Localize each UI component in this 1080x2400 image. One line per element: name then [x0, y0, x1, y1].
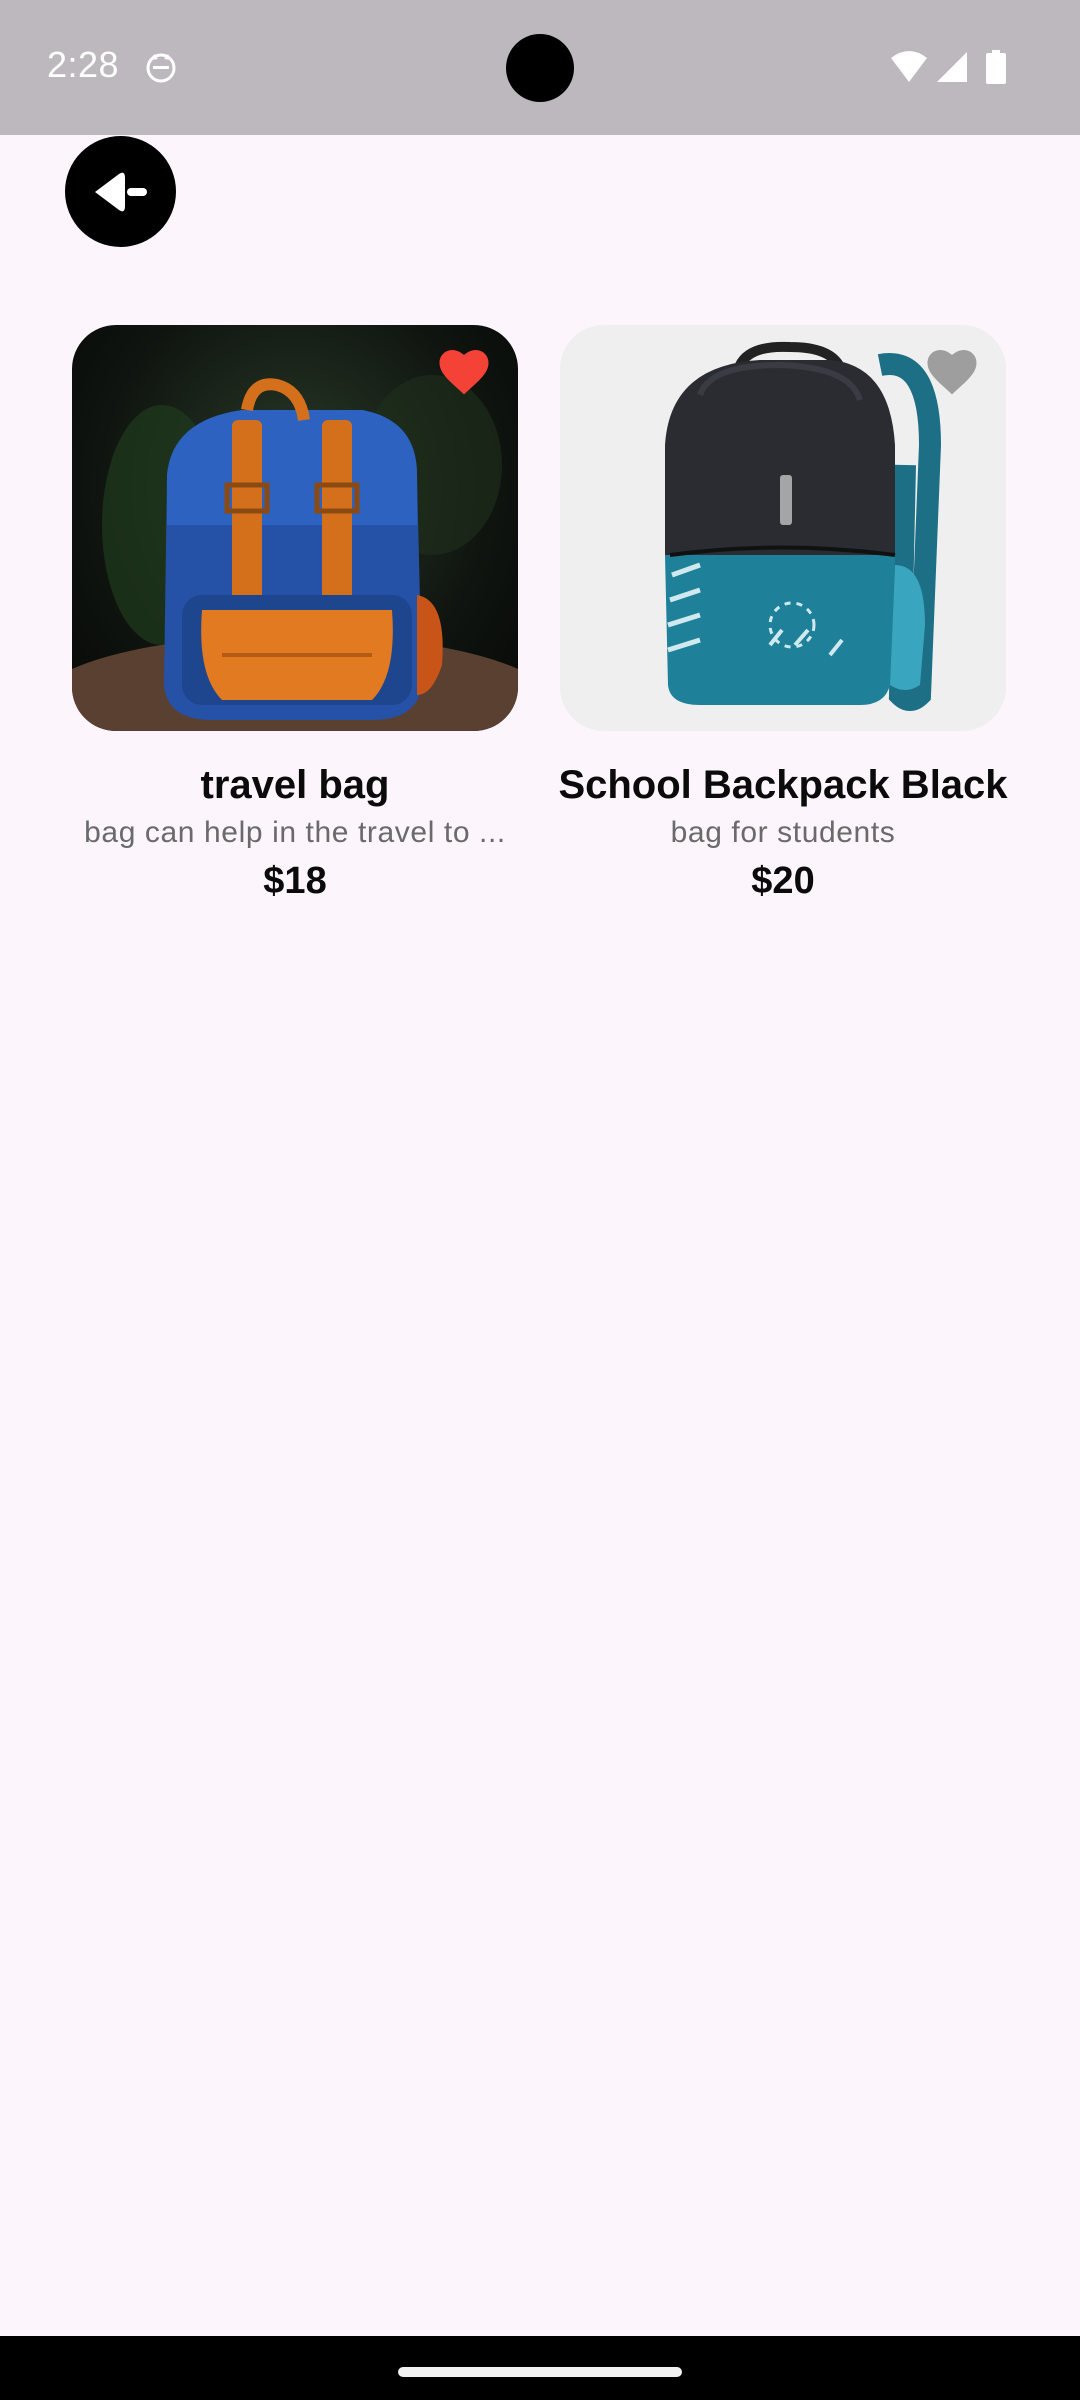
wifi-icon	[891, 51, 927, 82]
arrow-back-icon	[94, 172, 147, 211]
heart-filled-icon[interactable]	[436, 345, 492, 397]
product-card[interactable]: travel bag bag can help in the travel to…	[65, 325, 525, 903]
back-button[interactable]	[65, 136, 176, 247]
battery-icon	[986, 50, 1006, 84]
navigation-bar	[0, 2336, 1080, 2400]
product-price: $20	[751, 860, 815, 902]
camera-cutout	[506, 34, 574, 102]
status-time: 2:28	[47, 44, 120, 85]
product-title: travel bag	[200, 763, 390, 807]
status-bar: 2:28	[0, 0, 1080, 135]
product-price: $18	[263, 860, 327, 902]
product-description: bag for students	[670, 816, 896, 849]
product-image[interactable]	[560, 325, 1006, 731]
signal-icon	[937, 52, 967, 82]
cat-app-icon	[146, 53, 176, 83]
product-card[interactable]: School Backpack Black bag for students $…	[553, 325, 1013, 903]
product-image[interactable]	[72, 325, 518, 731]
heart-outline-icon[interactable]	[924, 345, 980, 397]
home-gesture-handle[interactable]	[398, 2367, 682, 2377]
product-description: bag can help in the travel to ...	[84, 816, 506, 849]
product-title: School Backpack Black	[558, 763, 1008, 807]
